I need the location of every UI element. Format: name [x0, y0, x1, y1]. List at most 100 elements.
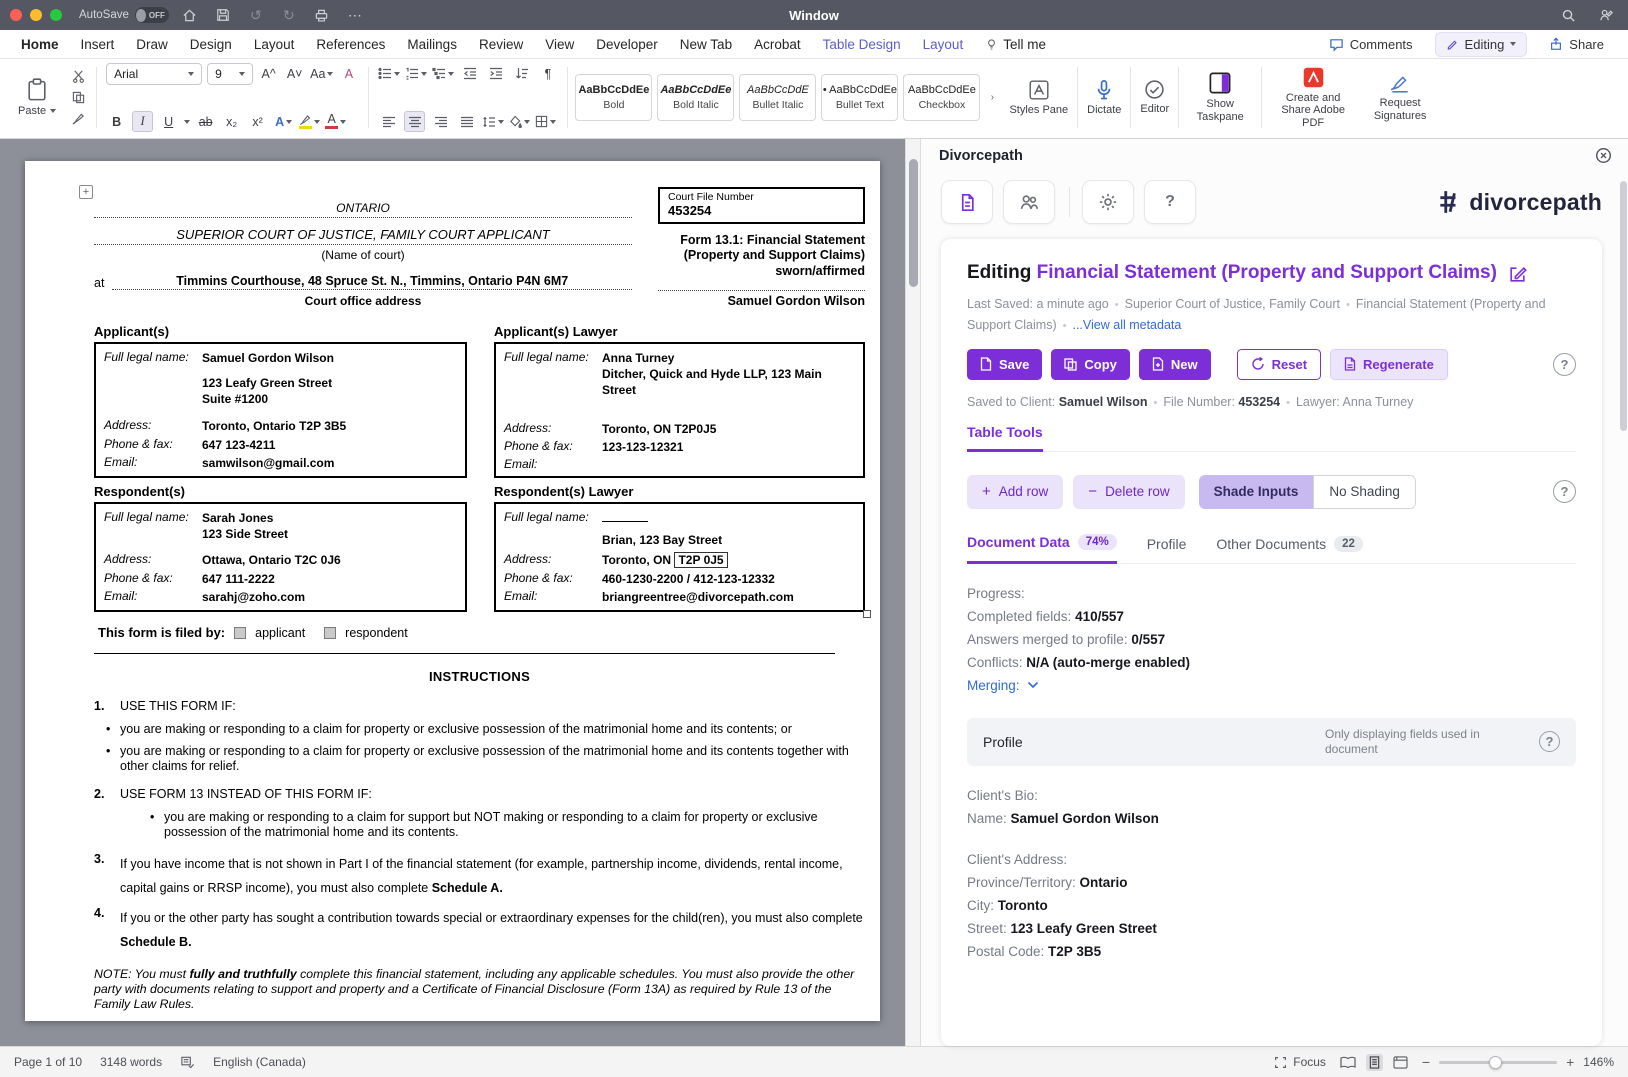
editor-button[interactable]: Editor	[1134, 62, 1175, 133]
respondent-name[interactable]: Sarah Jones 123 Side Street	[202, 510, 288, 542]
zoom-out-icon[interactable]: −	[1422, 1054, 1430, 1070]
court-name-line[interactable]: SUPERIOR COURT OF JUSTICE, FAMILY COURT …	[94, 218, 632, 245]
redo-icon[interactable]: ↻	[277, 4, 301, 26]
delete-row-button[interactable]: −Delete row	[1073, 475, 1184, 509]
new-button[interactable]: New	[1139, 349, 1211, 380]
zoom-percent[interactable]: 146%	[1583, 1055, 1614, 1069]
tab-document-data[interactable]: Document Data 74%	[967, 534, 1117, 564]
feedback-icon[interactable]	[1594, 4, 1618, 26]
tab-layout[interactable]: Layout	[243, 30, 306, 58]
editing-mode-button[interactable]: Editing	[1435, 32, 1528, 57]
request-signatures-button[interactable]: Request Signatures	[1361, 62, 1439, 133]
save-button[interactable]: Save	[967, 349, 1042, 380]
help-icon[interactable]: ?	[1539, 731, 1560, 752]
more-icon[interactable]: ⋯	[343, 4, 367, 26]
subscript-button[interactable]: x₂	[221, 111, 242, 132]
style-checkbox[interactable]: AaBbCcDdEe Checkbox	[903, 74, 980, 121]
clients-tool-button[interactable]	[1003, 180, 1055, 224]
court-file-number-box[interactable]: Court File Number 453254	[658, 187, 865, 224]
tab-mailings[interactable]: Mailings	[396, 30, 468, 58]
table-tools-tab[interactable]: Table Tools	[967, 424, 1043, 452]
province-line[interactable]: ONTARIO	[94, 187, 632, 218]
autosave-toggle[interactable]: AutoSave OFF	[79, 7, 169, 23]
change-case-button[interactable]: Aa	[310, 64, 333, 85]
tab-view[interactable]: View	[534, 30, 585, 58]
align-left-button[interactable]	[378, 111, 399, 132]
tab-table-design[interactable]: Table Design	[812, 30, 912, 58]
applicant-checkbox[interactable]	[234, 627, 246, 639]
print-icon[interactable]	[310, 4, 334, 26]
respondent-phone[interactable]: 647 111-2222	[202, 571, 275, 587]
applicant-lawyer-address[interactable]: Toronto, ON T2P0J5	[602, 421, 716, 437]
applicant-address[interactable]: Toronto, Ontario T2P 3B5	[202, 418, 346, 434]
format-painter-button[interactable]	[68, 108, 89, 129]
applicant-email[interactable]: samwilson@gmail.com	[202, 455, 334, 471]
language-indicator[interactable]: English (Canada)	[213, 1055, 306, 1069]
applicant-street[interactable]: 123 Leafy Green Street Suite #1200	[202, 375, 332, 407]
home-icon[interactable]	[178, 4, 202, 26]
copy-button[interactable]	[68, 87, 89, 108]
share-button[interactable]: Share	[1539, 33, 1614, 56]
applicant-lawyer-name[interactable]: Anna Turney Ditcher, Quick and Hyde LLP,…	[602, 350, 855, 399]
court-file-number-value[interactable]: 453254	[668, 203, 855, 218]
minimize-window-button[interactable]	[30, 9, 42, 21]
copy-button[interactable]: Copy	[1051, 349, 1130, 380]
adobe-pdf-button[interactable]: Create and Share Adobe PDF	[1265, 62, 1361, 133]
highlight-button[interactable]	[299, 111, 320, 132]
help-icon[interactable]: ?	[1553, 480, 1576, 503]
text-effects-button[interactable]: A	[273, 111, 294, 132]
tab-new-tab[interactable]: New Tab	[669, 30, 743, 58]
regenerate-button[interactable]: Regenerate	[1330, 349, 1448, 380]
respondent-table[interactable]: Full legal name:Sarah Jones 123 Side Str…	[94, 502, 467, 612]
print-layout-icon[interactable]	[1366, 1054, 1383, 1071]
grow-font-button[interactable]: A^	[258, 64, 279, 85]
documents-tool-button[interactable]	[941, 180, 993, 224]
search-icon[interactable]	[1556, 4, 1580, 26]
clear-formatting-button[interactable]: A	[338, 64, 359, 85]
respondent-email[interactable]: sarahj@zoho.com	[202, 589, 305, 605]
bold-button[interactable]: B	[106, 111, 127, 132]
tab-draw[interactable]: Draw	[125, 30, 179, 58]
applicant-lawyer-phone[interactable]: 123-123-12321	[602, 439, 683, 455]
respondent-lawyer-name[interactable]: Brian, 123 Bay Street	[602, 532, 722, 548]
strikethrough-button[interactable]: ab	[195, 111, 216, 132]
align-justify-button[interactable]	[456, 111, 477, 132]
table-move-handle[interactable]: +	[79, 185, 93, 199]
shade-inputs-button[interactable]: Shade Inputs	[1199, 475, 1314, 509]
tab-acrobat[interactable]: Acrobat	[743, 30, 812, 58]
indent-button[interactable]	[485, 63, 506, 84]
document-canvas[interactable]: + ONTARIO SUPERIOR COURT OF JUSTICE, FAM…	[0, 139, 905, 1046]
tab-other-documents[interactable]: Other Documents 22	[1216, 536, 1363, 563]
respondent-checkbox[interactable]	[324, 627, 336, 639]
cut-button[interactable]	[68, 66, 89, 87]
respondent-lawyer-phone[interactable]: 460-1230-2200 / 412-123-12332	[602, 571, 775, 587]
tab-developer[interactable]: Developer	[585, 30, 669, 58]
numbered-list-button[interactable]	[405, 63, 427, 84]
respondent-address[interactable]: Ottawa, Ontario T2C 0J6	[202, 552, 341, 568]
align-right-button[interactable]	[430, 111, 451, 132]
tab-review[interactable]: Review	[468, 30, 534, 58]
italic-button[interactable]: I	[132, 111, 153, 132]
borders-button[interactable]	[535, 111, 556, 132]
styles-pane-button[interactable]: Styles Pane	[1003, 62, 1074, 133]
tab-profile[interactable]: Profile	[1147, 536, 1187, 563]
tab-tell-me[interactable]: Tell me	[974, 30, 1057, 58]
bullet-list-button[interactable]	[378, 63, 400, 84]
font-name-select[interactable]: Arial	[106, 63, 202, 85]
panel-scrollbar[interactable]	[1620, 181, 1627, 1041]
scrollbar-thumb[interactable]	[1620, 181, 1627, 431]
view-all-metadata-link[interactable]: ...View all metadata	[1072, 318, 1181, 332]
undo-icon[interactable]: ↺	[244, 4, 268, 26]
help-icon[interactable]: ?	[1553, 353, 1576, 376]
save-icon[interactable]	[211, 4, 235, 26]
fullscreen-window-button[interactable]	[50, 9, 62, 21]
styles-gallery-expand-button[interactable]: ›	[985, 92, 999, 103]
show-taskpane-button[interactable]: Show Taskpane	[1182, 62, 1258, 133]
word-count[interactable]: 3148 words	[100, 1055, 162, 1069]
align-center-button[interactable]	[404, 111, 425, 132]
sort-button[interactable]	[511, 63, 532, 84]
comments-button[interactable]: Comments	[1319, 33, 1423, 56]
zoom-slider[interactable]	[1439, 1061, 1557, 1064]
web-layout-icon[interactable]	[1393, 1056, 1408, 1069]
shading-button[interactable]	[509, 111, 530, 132]
